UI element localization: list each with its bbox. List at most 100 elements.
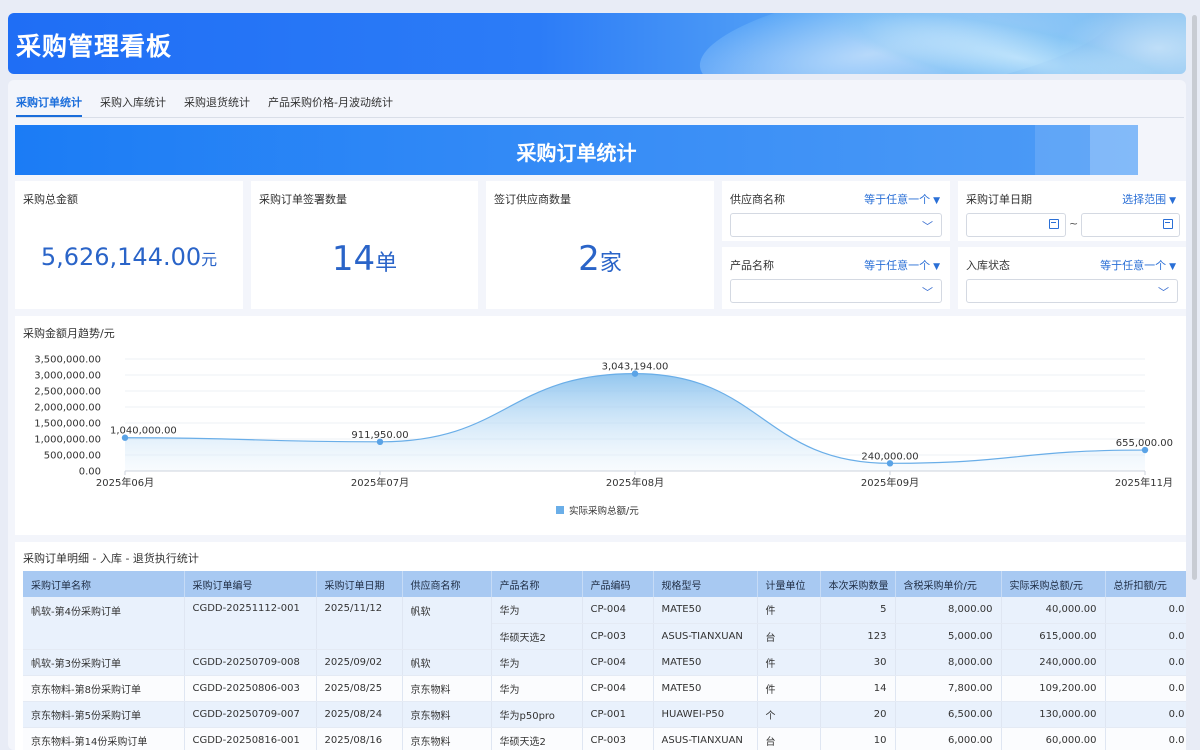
- table-cell: 615,000.00: [1001, 623, 1106, 650]
- filter-label: 采购订单日期: [966, 193, 1032, 206]
- column-header[interactable]: 本次采购数量: [820, 571, 896, 597]
- y-tick-label: 3,500,000.00: [34, 355, 101, 366]
- kpi-label: 采购订单签署数量: [259, 193, 347, 206]
- table-cell: CGDD-20251112-001: [184, 597, 317, 650]
- table-cell: 123: [820, 623, 896, 650]
- table-cell: 帆软: [402, 649, 492, 676]
- tab-bar: 采购订单统计 采购入库统计 采购退货统计 产品采购价格-月波动统计: [16, 90, 393, 118]
- table-cell: CP-003: [582, 623, 654, 650]
- kpi-value: 5,626,144.00元: [15, 243, 243, 271]
- table-cell: 帆软-第4份采购订单: [23, 597, 185, 650]
- column-header[interactable]: 实际采购总额/元: [1001, 571, 1106, 597]
- stock-status-select[interactable]: ﹀: [966, 279, 1178, 303]
- table-cell: 华为: [491, 675, 583, 702]
- table-cell: 40,000.00: [1001, 597, 1106, 624]
- table-header-row: 采购订单名称 采购订单编号 采购订单日期 供应商名称 产品名称 产品编码 规格型…: [23, 571, 1186, 597]
- table-cell: CGDD-20250709-008: [184, 649, 317, 676]
- table-row[interactable]: 京东物料-第5份采购订单 CGDD-20250709-007 2025/08/24 京…: [23, 701, 1186, 728]
- table-cell: 京东物料-第8份采购订单: [23, 675, 185, 702]
- product-select[interactable]: ﹀: [730, 279, 942, 303]
- kpi-unit: 家: [599, 251, 622, 276]
- table-cell: 0.0: [1105, 675, 1186, 702]
- table-row[interactable]: 帆软-第4份采购订单 CGDD-20251112-001 2025/11/12 帆软华…: [23, 597, 1186, 650]
- filter-mode-dropdown[interactable]: 等于任意一个 ▼: [864, 257, 940, 273]
- order-detail-table-card: 采购订单明细 - 入库 - 退货执行统计 采购订单名称 采购订单编号 采购订单日…: [15, 542, 1186, 750]
- caret-down-icon: ▼: [1169, 262, 1176, 272]
- tab-inbound-stats[interactable]: 采购入库统计: [100, 90, 166, 117]
- column-header[interactable]: 采购订单编号: [184, 571, 317, 597]
- table-cell: MATE50: [653, 649, 758, 676]
- table-cell: 7,800.00: [895, 675, 1002, 702]
- filter-mode-dropdown[interactable]: 等于任意一个 ▼: [864, 191, 940, 207]
- table-cell: 109,200.00: [1001, 675, 1106, 702]
- section-header: 采购订单统计: [15, 125, 1138, 175]
- table-cell: 6,000.00: [895, 727, 1002, 750]
- table-cell: 5,000.00: [895, 623, 1002, 650]
- column-header[interactable]: 产品编码: [582, 571, 654, 597]
- table-cell: 件: [757, 597, 821, 624]
- column-header[interactable]: 供应商名称: [402, 571, 492, 597]
- table-cell: 0.0: [1105, 701, 1186, 728]
- table-row[interactable]: 京东物料-第14份采购订单 CGDD-20250816-001 2025/08/16…: [23, 727, 1186, 750]
- tab-price-fluctuation[interactable]: 产品采购价格-月波动统计: [268, 90, 393, 117]
- tab-return-stats[interactable]: 采购退货统计: [184, 90, 250, 117]
- table-cell: 2025/08/25: [316, 675, 403, 702]
- data-label: 655,000.00: [1116, 438, 1173, 449]
- table-cell: 华硕天选2: [491, 727, 583, 750]
- y-tick-label: 1,500,000.00: [34, 419, 101, 430]
- column-header[interactable]: 含税采购单价/元: [895, 571, 1002, 597]
- column-header[interactable]: 规格型号: [653, 571, 758, 597]
- table-cell: 6,500.00: [895, 701, 1002, 728]
- table-cell: 0.0: [1105, 623, 1186, 650]
- column-header[interactable]: 采购订单日期: [316, 571, 403, 597]
- table-cell: 帆软: [402, 597, 492, 650]
- table-cell: 2025/08/16: [316, 727, 403, 750]
- start-date-input[interactable]: [966, 213, 1066, 237]
- filter-mode-dropdown[interactable]: 等于任意一个 ▼: [1100, 257, 1176, 273]
- supplier-select[interactable]: ﹀: [730, 213, 942, 237]
- filter-mode-label: 等于任意一个: [864, 193, 931, 206]
- calendar-icon: [1049, 219, 1059, 229]
- table-cell: 京东物料: [402, 675, 492, 702]
- caret-down-icon: ▼: [1169, 196, 1176, 206]
- table-cell: 京东物料: [402, 727, 492, 750]
- table-cell: 0.0: [1105, 649, 1186, 676]
- tab-order-stats[interactable]: 采购订单统计: [16, 90, 82, 117]
- table-row[interactable]: 京东物料-第8份采购订单 CGDD-20250806-003 2025/08/25 京…: [23, 675, 1186, 702]
- table-cell: 华为: [491, 649, 583, 676]
- calendar-icon: [1163, 219, 1173, 229]
- table-cell: CP-001: [582, 701, 654, 728]
- column-header[interactable]: 采购订单名称: [23, 571, 185, 597]
- filter-mode-label: 选择范围: [1122, 193, 1167, 206]
- filter-mode-dropdown[interactable]: 选择范围 ▼: [1122, 191, 1176, 207]
- table-row[interactable]: 帆软-第3份采购订单 CGDD-20250709-008 2025/09/02 帆软华…: [23, 649, 1186, 676]
- table-cell: 台: [757, 623, 821, 650]
- x-tick-label: 2025年07月: [351, 476, 409, 489]
- table-cell: 件: [757, 675, 821, 702]
- table-cell: ASUS-TIANXUAN: [653, 623, 758, 650]
- column-header[interactable]: 计量单位: [757, 571, 821, 597]
- column-header[interactable]: 总折扣额/元: [1105, 571, 1186, 597]
- order-detail-table: 采购订单名称 采购订单编号 采购订单日期 供应商名称 产品名称 产品编码 规格型…: [23, 571, 1186, 750]
- page-scrollbar[interactable]: [1192, 15, 1197, 580]
- y-tick-label: 2,000,000.00: [34, 403, 101, 414]
- kpi-number: 14: [331, 239, 376, 279]
- column-header[interactable]: 产品名称: [491, 571, 583, 597]
- header-banner: 采购管理看板: [8, 13, 1186, 74]
- table-cell: 60,000.00: [1001, 727, 1106, 750]
- table-cell: 华为p50pro: [491, 701, 583, 728]
- kpi-total-amount: 采购总金额 5,626,144.00元: [15, 181, 243, 309]
- table-cell: 30: [820, 649, 896, 676]
- amount-trend-chart: 3,500,000.00 3,000,000.00 2,500,000.00 2,00…: [34, 355, 1173, 518]
- y-tick-label: 1,000,000.00: [34, 435, 101, 446]
- section-title: 采购订单统计: [516, 141, 637, 165]
- table-cell: 8,000.00: [895, 649, 1002, 676]
- kpi-supplier-count: 签订供应商数量 2家: [486, 181, 714, 309]
- end-date-input[interactable]: [1081, 213, 1180, 237]
- x-tick-label: 2025年11月: [1115, 476, 1173, 489]
- x-tick-label: 2025年08月: [606, 476, 664, 489]
- y-tick-label: 3,000,000.00: [34, 371, 101, 382]
- legend-label[interactable]: 实际采购总额/元: [569, 505, 639, 517]
- kpi-unit: 单: [375, 251, 398, 276]
- kpi-label: 签订供应商数量: [494, 193, 571, 206]
